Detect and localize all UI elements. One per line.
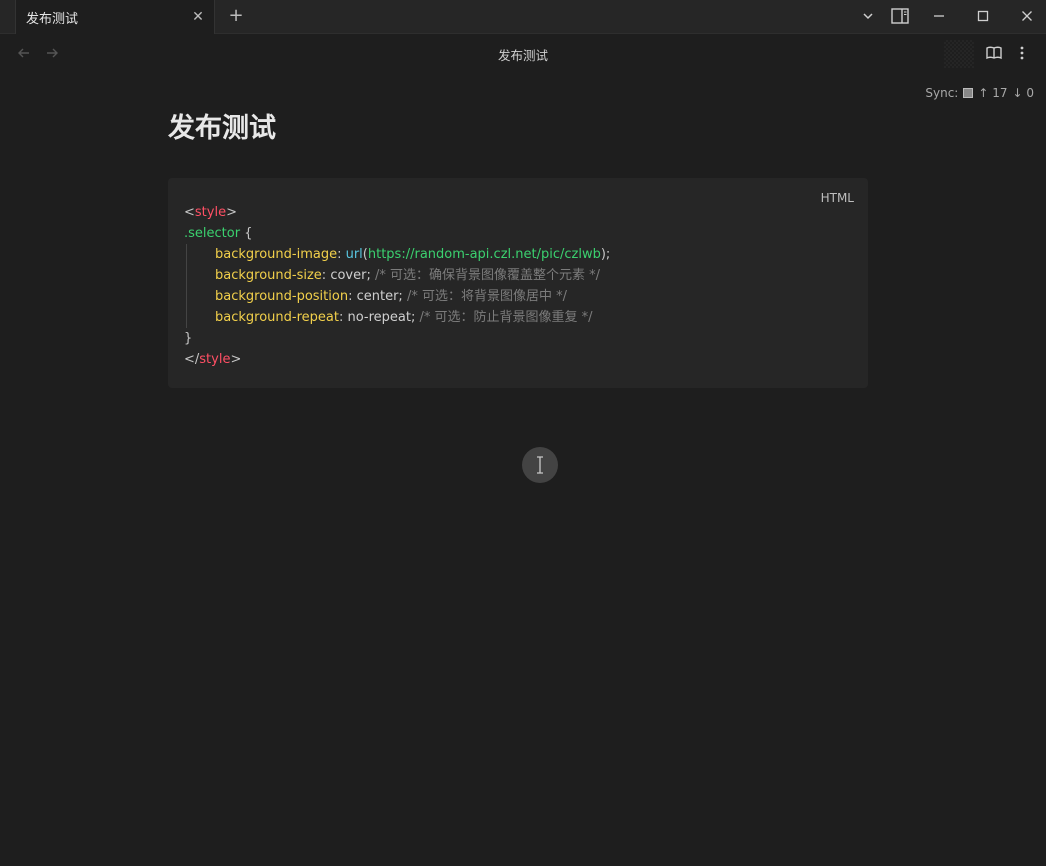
minimize-icon[interactable] (928, 6, 950, 26)
sync-status[interactable]: Sync: ↑ 17 ↓ 0 (925, 85, 1034, 101)
note-title[interactable]: 发布测试 (168, 106, 276, 145)
code-token: no-repeat; (347, 310, 416, 325)
tab-bar: 发布测试 ✕ + (0, 0, 1046, 34)
indent-guide (186, 265, 187, 286)
code-block[interactable]: HTML <style> .selector { background-imag… (168, 178, 868, 388)
book-open-icon[interactable] (985, 44, 1003, 62)
code-token: background-position (215, 289, 349, 304)
code-lines: <style> .selector { background-image: ur… (184, 202, 610, 370)
indent-guide (186, 307, 187, 328)
code-token: https://random-api.czl.net/pic/czlwb (367, 247, 601, 262)
sync-state-icon (963, 88, 974, 98)
code-token: : (348, 289, 357, 304)
code-token: .selector (184, 226, 241, 241)
code-line: .selector { (184, 223, 610, 244)
code-token: : (337, 247, 346, 262)
code-comment: /* 可选：将背景图像居中 */ (402, 289, 567, 304)
view-header: 发布测试 (0, 35, 1046, 71)
code-token: cover; (330, 268, 371, 283)
sidebar-toggle-icon[interactable] (889, 6, 911, 26)
sync-label: Sync: (925, 86, 959, 100)
code-line: background-repeat: no-repeat; /* 可选：防止背景… (184, 307, 610, 328)
chevron-down-icon[interactable] (857, 6, 879, 26)
code-line: background-size: cover; /* 可选：确保背景图像覆盖整个… (184, 265, 610, 286)
app-window: 发布测试 ✕ + 发布测试 Sync: ↑ 17 ↓ 0 发布测试 HTML <… (0, 0, 1046, 866)
code-line: background-image: url(https://random-api… (184, 244, 610, 265)
code-token: } (184, 331, 193, 346)
sync-down-count: ↓ 0 (1012, 86, 1034, 100)
code-token: > (230, 352, 242, 367)
code-comment: /* 可选：确保背景图像覆盖整个元素 */ (370, 268, 601, 283)
view-title: 发布测试 (497, 48, 548, 63)
code-token: </ (184, 352, 200, 367)
sync-up-count: ↑ 17 (978, 86, 1008, 100)
tab-active-note[interactable]: 发布测试 ✕ (15, 0, 215, 34)
maximize-icon[interactable] (972, 6, 994, 26)
code-token: ); (600, 247, 611, 262)
indent-guide (186, 286, 187, 307)
tab-title: 发布测试 (26, 11, 79, 27)
text-cursor-icon (522, 447, 558, 483)
pattern-decoration (944, 40, 974, 68)
code-line: background-position: center; /* 可选：将背景图像… (184, 286, 610, 307)
code-token: url (345, 247, 363, 262)
indent-guide (186, 244, 187, 265)
code-line: <style> (184, 202, 610, 223)
code-line: } (184, 328, 610, 349)
code-line: </style> (184, 349, 610, 370)
code-token: background-size (215, 268, 322, 283)
code-token: { (240, 226, 253, 241)
code-token: style (199, 352, 231, 367)
close-window-icon[interactable] (1016, 6, 1038, 26)
code-token: > (226, 205, 237, 220)
code-token: < (184, 205, 195, 220)
code-language-label: HTML (820, 191, 854, 205)
close-icon[interactable]: ✕ (190, 9, 206, 25)
code-token: background-repeat (215, 310, 339, 325)
code-comment: /* 可选：防止背景图像重复 */ (415, 310, 593, 325)
more-vertical-icon[interactable] (1015, 44, 1029, 62)
code-token: background-image (215, 247, 338, 262)
plus-icon[interactable]: + (227, 6, 245, 26)
code-token: center; (356, 289, 403, 304)
code-token: style (194, 205, 227, 220)
